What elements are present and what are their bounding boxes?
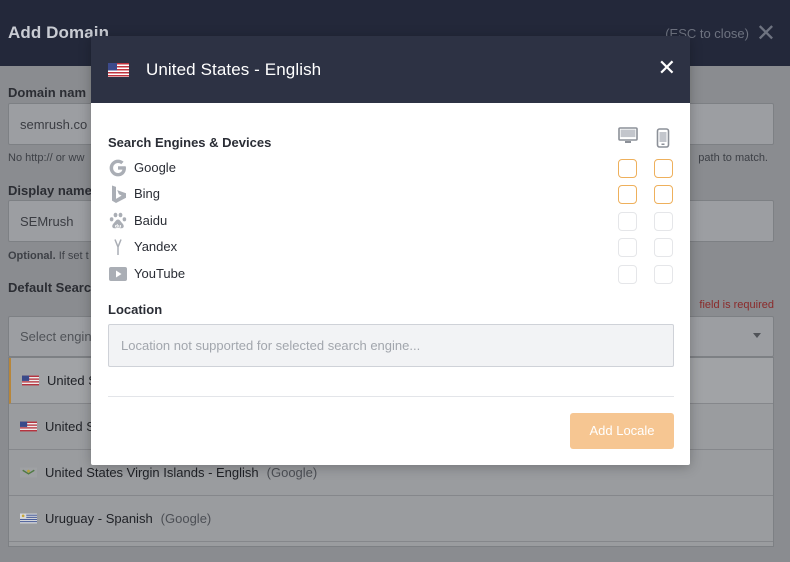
engine-row-bing: Bing: [108, 183, 678, 207]
modal-title: United States - English: [146, 60, 322, 79]
desktop-icon: [618, 127, 638, 143]
engine-label-yandex: Yandex: [134, 239, 178, 254]
domain-hint-right: path to match.: [698, 152, 768, 164]
modal-divider: [108, 396, 674, 397]
google-desktop-checkbox[interactable]: [618, 159, 637, 178]
locale-country: Uruguay - Spanish: [45, 511, 153, 526]
locale-country: United States Virgin Islands - English: [45, 465, 259, 480]
engine-label-bing: Bing: [134, 186, 161, 201]
add-locale-button[interactable]: Add Locale: [570, 413, 674, 449]
location-section-title: Location: [108, 302, 163, 317]
virgin-islands-flag-icon: [20, 467, 37, 478]
location-input[interactable]: [108, 324, 674, 367]
page-close-icon[interactable]: ✕: [756, 19, 776, 48]
locale-modal: United States - English ✕ Search Engines…: [91, 36, 690, 465]
locale-country: United S: [45, 419, 95, 434]
locale-country: United S: [47, 373, 97, 388]
bing-desktop-checkbox[interactable]: [618, 185, 637, 204]
engine-row-baidu: du Baidu: [108, 210, 678, 234]
yandex-mobile-checkbox[interactable]: [654, 238, 673, 257]
domain-label: Domain nam: [8, 85, 87, 100]
default-search-label: Default Searc: [8, 280, 92, 295]
us-flag-icon: [20, 421, 37, 432]
required-text: field is required: [699, 299, 774, 311]
engine-row-google: Google: [108, 157, 678, 181]
optional-hint: Optional. If set t: [8, 250, 89, 262]
baidu-mobile-checkbox[interactable]: [654, 212, 673, 231]
engines-section-title: Search Engines & Devices: [108, 135, 272, 150]
display-name-label: Display name: [8, 183, 92, 198]
mobile-icon: [656, 128, 670, 148]
yandex-icon: [114, 239, 122, 255]
locale-row[interactable]: Uruguay - Spanish (Google): [9, 496, 773, 542]
baidu-desktop-checkbox[interactable]: [618, 212, 637, 231]
locale-engine: (Google): [160, 511, 212, 526]
baidu-icon: du: [109, 212, 127, 229]
bing-mobile-checkbox[interactable]: [654, 185, 673, 204]
locale-engine: (Google): [266, 465, 318, 480]
svg-text:du: du: [115, 223, 122, 229]
close-icon[interactable]: ✕: [658, 57, 676, 79]
youtube-mobile-checkbox[interactable]: [654, 265, 673, 284]
youtube-desktop-checkbox[interactable]: [618, 265, 637, 284]
engine-row-yandex: Yandex: [108, 236, 678, 260]
google-mobile-checkbox[interactable]: [654, 159, 673, 178]
engine-label-google: Google: [134, 160, 176, 175]
modal-header: United States - English ✕: [91, 36, 690, 103]
optional-rest: If set t: [55, 250, 89, 262]
engine-label-baidu: Baidu: [134, 213, 168, 228]
youtube-icon: [109, 267, 127, 281]
yandex-desktop-checkbox[interactable]: [618, 238, 637, 257]
bing-icon: [112, 185, 126, 203]
us-flag-icon: [22, 375, 39, 386]
engine-row-youtube: YouTube: [108, 263, 678, 287]
engine-label-youtube: YouTube: [134, 266, 186, 281]
us-flag-icon: [108, 63, 129, 77]
uruguay-flag-icon: [20, 513, 37, 524]
engine-select-placeholder: Select engin: [20, 329, 92, 344]
optional-bold: Optional.: [8, 250, 56, 262]
caret-down-icon: [753, 333, 761, 338]
google-icon: [109, 159, 126, 177]
domain-hint-left: No http:// or ww: [8, 152, 85, 164]
